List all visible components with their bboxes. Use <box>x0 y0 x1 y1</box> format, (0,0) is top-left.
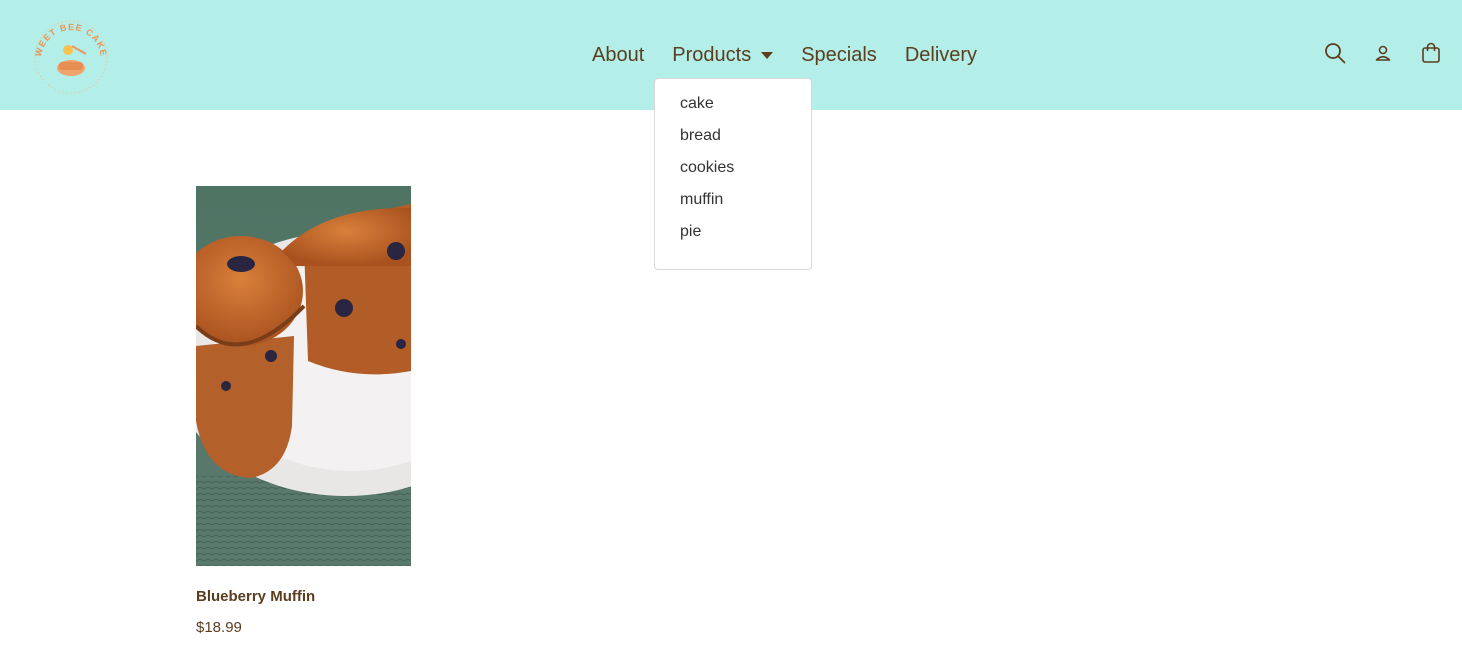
nav-specials-label: Specials <box>801 44 877 66</box>
caret-down-icon <box>761 51 774 59</box>
cart-button[interactable] <box>1420 40 1442 66</box>
dropdown-item-cookies[interactable]: cookies <box>655 156 811 188</box>
sweet-bee-cakes-logo: SWEET BEE CAKES <box>26 8 108 94</box>
brand-logo[interactable]: SWEET BEE CAKES <box>26 8 112 98</box>
nav-products[interactable]: Products <box>672 41 774 69</box>
nav-specials[interactable]: Specials <box>801 41 877 69</box>
products-dropdown-menu: cake bread cookies muffin pie <box>654 78 812 270</box>
cart-bag-icon <box>1422 42 1440 63</box>
account-icon <box>1375 45 1391 61</box>
main-nav: About Products Specials Delivery <box>592 40 977 70</box>
dropdown-item-pie[interactable]: pie <box>655 220 811 252</box>
header-icons <box>1324 40 1442 66</box>
dropdown-item-muffin[interactable]: muffin <box>655 188 811 220</box>
search-button[interactable] <box>1324 40 1346 66</box>
nav-about[interactable]: About <box>592 41 644 69</box>
product-card[interactable]: Blueberry Muffin $18.99 <box>196 186 411 636</box>
nav-delivery[interactable]: Delivery <box>905 41 977 69</box>
search-icon <box>1325 43 1346 64</box>
dropdown-item-cake[interactable]: cake <box>655 92 811 124</box>
product-name[interactable]: Blueberry Muffin <box>196 588 411 605</box>
product-image[interactable] <box>196 186 411 566</box>
nav-about-label: About <box>592 44 645 66</box>
nav-delivery-label: Delivery <box>904 44 978 66</box>
account-button[interactable] <box>1372 40 1394 66</box>
product-price: $18.99 <box>196 619 242 636</box>
dropdown-item-bread[interactable]: bread <box>655 124 811 156</box>
nav-products-label: Products <box>672 44 752 66</box>
